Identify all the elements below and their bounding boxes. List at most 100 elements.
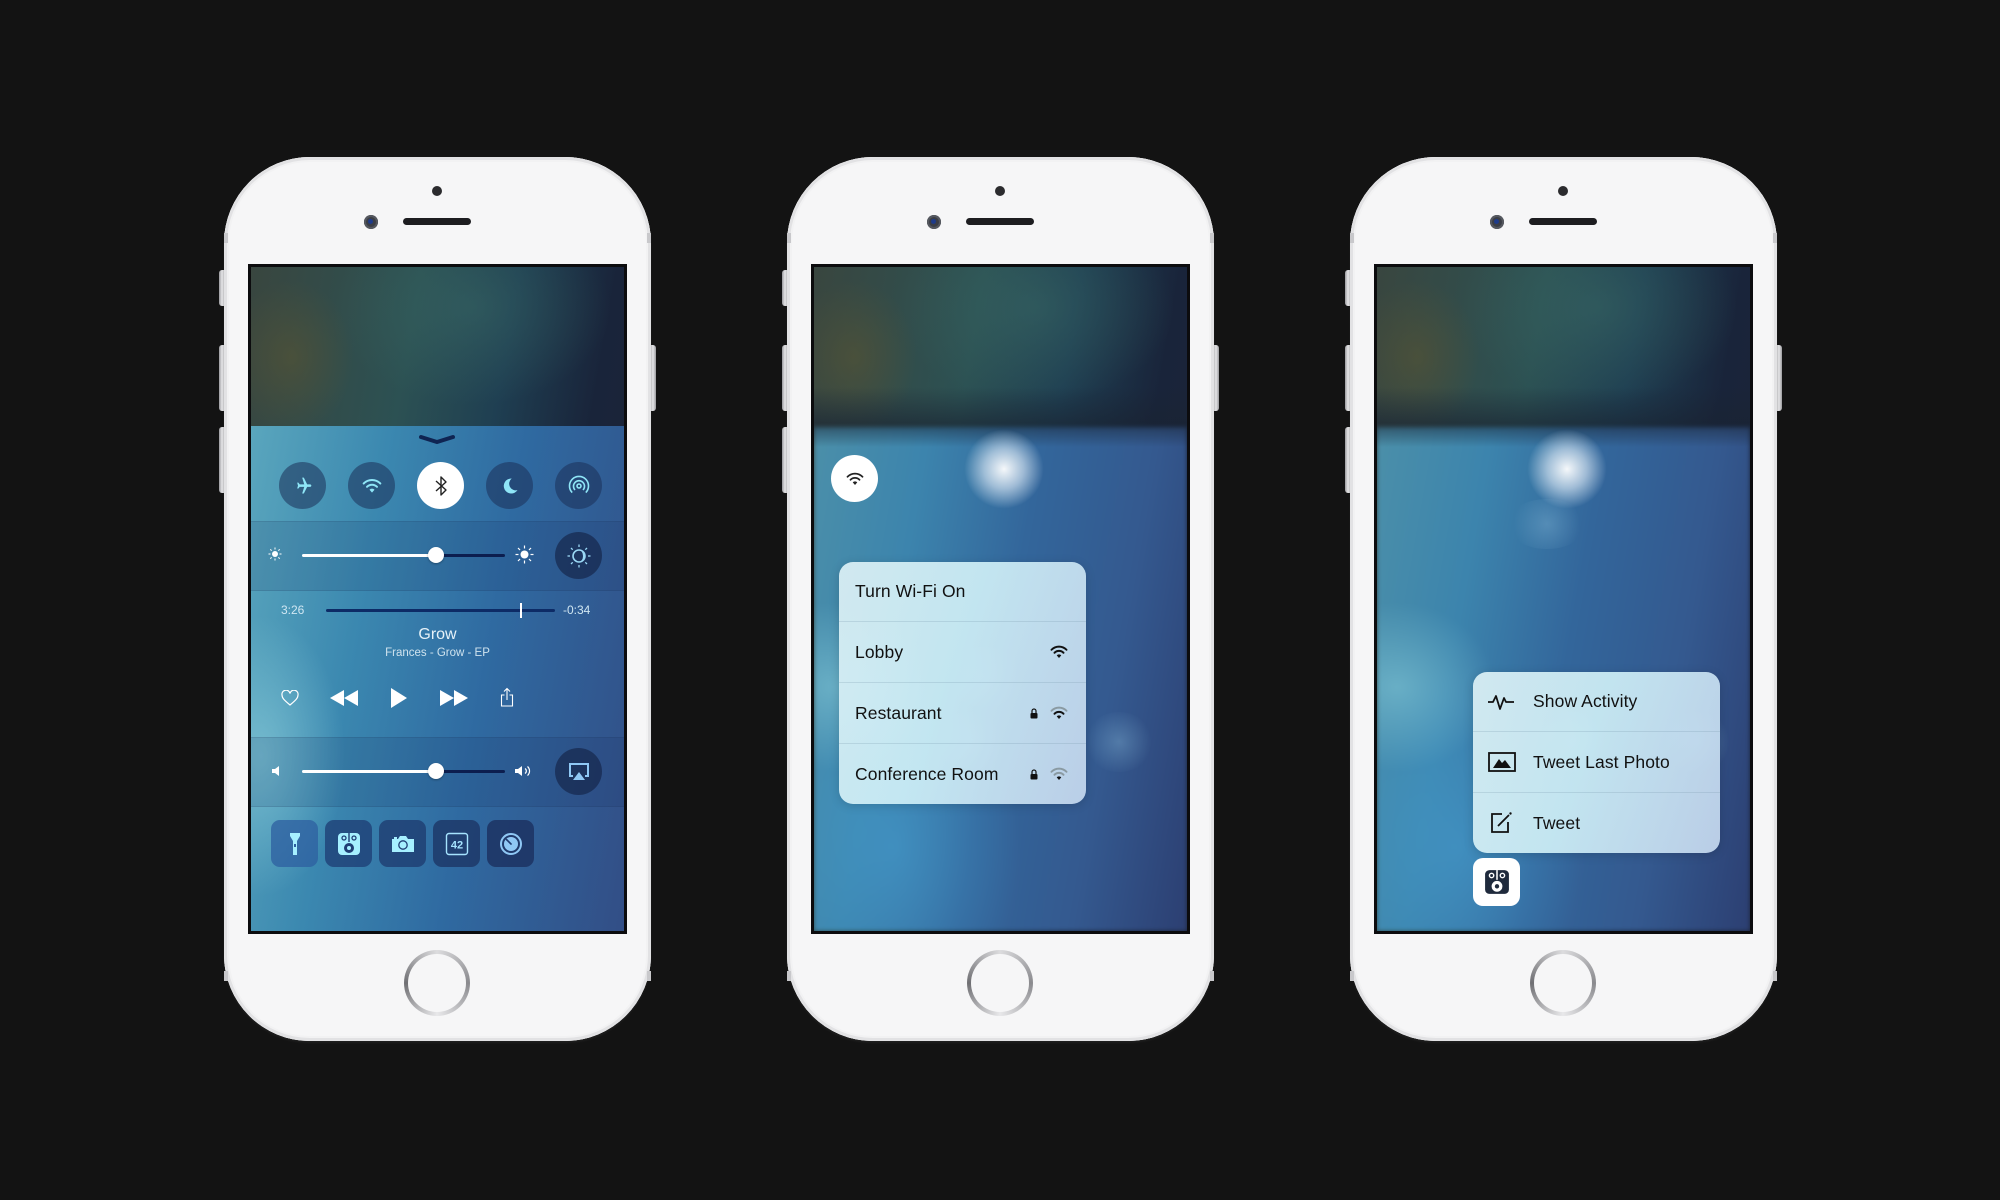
menu-item-tweet-last-photo[interactable]: Tweet Last Photo [1473,731,1720,792]
wifi-signal-medium-icon [1050,706,1068,719]
menu-item-show-activity[interactable]: Show Activity [1473,672,1720,731]
camera-icon [391,835,414,852]
antenna-band [1210,233,1214,243]
front-camera [364,215,378,229]
phone-wifi-quick-actions: Turn Wi-Fi On Lobby Restaurant Conferenc… [782,157,1219,1041]
toggle-do-not-disturb[interactable] [486,462,533,509]
activity-icon [1488,694,1514,710]
antenna-band [1350,233,1354,243]
playhead[interactable] [520,603,522,618]
front-camera [1490,215,1504,229]
phone-control-center: 3:26 -0:34 Grow Frances - Grow - EP 42 [219,157,656,1041]
antenna-band [224,233,228,243]
screen: Turn Wi-Fi On Lobby Restaurant Conferenc… [811,264,1190,934]
toggle-wifi[interactable] [348,462,395,509]
menu-item-network-restaurant[interactable]: Restaurant [839,682,1086,743]
antenna-band [647,971,651,981]
rewind-icon [330,690,358,706]
toggle-airdrop[interactable] [555,462,602,509]
rewind-button[interactable] [328,687,360,709]
antenna-band [647,233,651,243]
power-button [651,345,656,411]
fast-forward-icon [440,690,468,706]
song-title: Grow [418,626,457,643]
earpiece-speaker [1529,218,1597,225]
home-button[interactable] [1530,950,1596,1016]
speaker-app-icon [337,832,360,855]
menu-item-network-conference-room[interactable]: Conference Room [839,743,1086,804]
volume-slider-knob[interactable] [428,763,444,779]
antenna-band [787,233,791,243]
night-shift-button[interactable] [555,532,602,579]
speaker-app-button[interactable] [325,820,372,867]
antenna-band [1350,971,1354,981]
toggle-airplane-mode[interactable] [279,462,326,509]
brightness-slider-knob[interactable] [428,547,444,563]
wifi-signal-strong-icon [1050,645,1068,658]
svg-text:42: 42 [450,839,462,851]
phone-app-quick-actions: Show Activity Tweet Last Photo Tweet [1345,157,1782,1041]
menu-item-label: Tweet [1533,812,1581,833]
love-button[interactable] [279,687,301,709]
sun-small-icon [268,547,282,561]
wifi-quick-action-menu: Turn Wi-Fi On Lobby Restaurant Conferenc… [839,562,1086,804]
screen: Show Activity Tweet Last Photo Tweet [1374,264,1753,934]
blurred-bluetooth-glow [1527,429,1607,509]
now-playing: 3:26 -0:34 Grow Frances - Grow - EP [251,591,624,737]
photo-icon [1488,752,1516,772]
timer-button[interactable] [487,820,534,867]
sun-large-icon [515,545,534,564]
menu-item-label: Tweet Last Photo [1533,751,1670,772]
share-button[interactable] [496,684,518,710]
camera-button[interactable] [379,820,426,867]
airdrop-icon [568,475,589,493]
volume-slider[interactable] [302,763,505,779]
calculator-button[interactable]: 42 [433,820,480,867]
shortcuts-row: 42 [251,807,624,931]
brightness-row [251,522,624,590]
airplane-icon [296,477,311,493]
heart-icon [281,690,299,706]
control-center: 3:26 -0:34 Grow Frances - Grow - EP 42 [251,426,624,931]
bluetooth-icon [435,475,447,496]
brightness-slider[interactable] [302,547,505,563]
timer-icon [499,832,522,855]
playback-scrubber[interactable] [326,603,555,618]
speaker-low-icon [272,766,279,776]
menu-item-label: Show Activity [1533,691,1638,711]
menu-item-label: Restaurant [855,702,942,723]
antenna-band [224,971,228,981]
toggle-bluetooth[interactable] [417,462,464,509]
remaining-time: -0:34 [563,603,591,617]
app-icon-button[interactable] [1473,858,1520,906]
wifi-signal-weak-icon [1050,767,1068,780]
blurred-bluetooth-glow [964,429,1044,509]
menu-item-network-lobby[interactable]: Lobby [839,621,1086,682]
menu-item-turn-wifi-on[interactable]: Turn Wi-Fi On [839,562,1086,621]
toggles-row [251,426,624,521]
night-shift-icon [567,544,590,567]
song-subtitle: Frances - Grow - EP [385,647,490,659]
home-button[interactable] [967,950,1033,1016]
menu-item-label: Conference Room [855,763,999,784]
antenna-band [1773,971,1777,981]
volume-row [251,738,624,806]
antenna-band [1773,233,1777,243]
moon-icon [503,477,517,493]
front-camera [927,215,941,229]
wifi-pop-button[interactable] [831,455,878,502]
menu-item-tweet[interactable]: Tweet [1473,792,1720,853]
airplay-button[interactable] [555,748,602,795]
wifi-icon [362,478,381,493]
lock-icon [1030,707,1038,718]
play-button[interactable] [386,685,412,711]
fast-forward-button[interactable] [438,687,470,709]
earpiece-speaker [403,218,471,225]
home-button[interactable] [404,950,470,1016]
power-button [1777,345,1782,411]
elapsed-time: 3:26 [281,603,305,617]
flashlight-button[interactable] [271,820,318,867]
earpiece-speaker [966,218,1034,225]
share-icon [500,687,514,707]
screen: 3:26 -0:34 Grow Frances - Grow - EP 42 [248,264,627,934]
